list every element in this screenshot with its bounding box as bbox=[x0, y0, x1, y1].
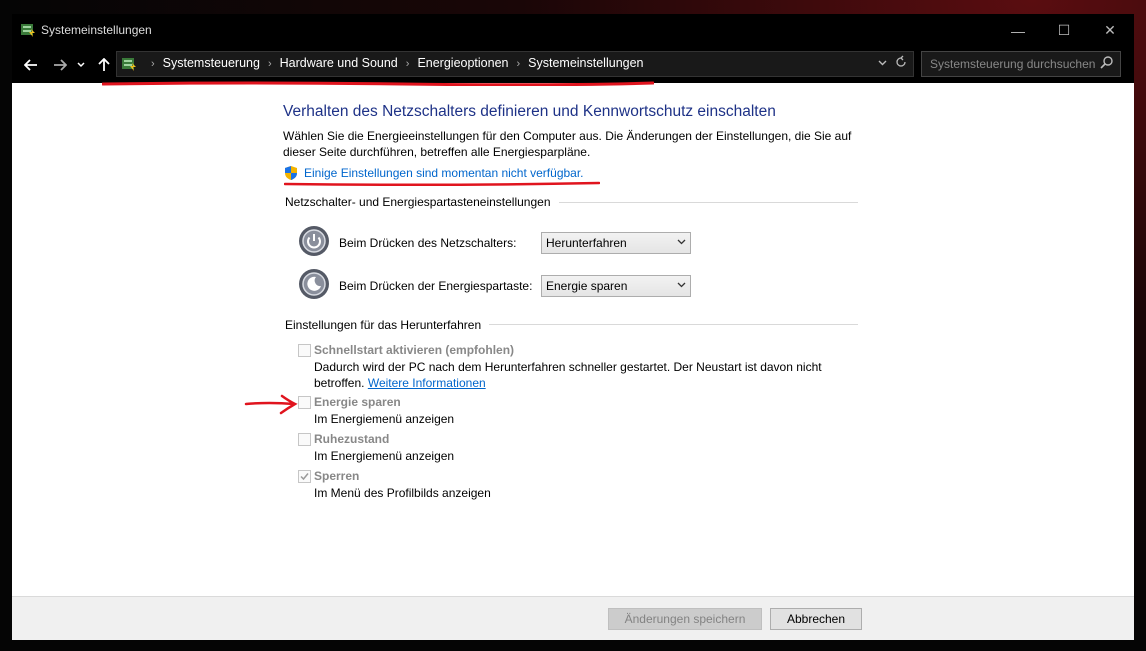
minimize-icon: — bbox=[1011, 22, 1025, 39]
minimize-button[interactable]: — bbox=[995, 14, 1041, 47]
hibernate-description: Im Energiemenü anzeigen bbox=[314, 449, 455, 463]
section-title-shutdown: Einstellungen für das Herunterfahren bbox=[285, 318, 490, 332]
checkmark-icon bbox=[300, 473, 309, 481]
address-bar[interactable]: › Systemsteuerung › Hardware und Sound › Ener… bbox=[116, 51, 914, 77]
breadcrumb-separator-icon[interactable]: › bbox=[406, 58, 410, 70]
close-icon: ✕ bbox=[1104, 22, 1116, 38]
sleep-button-label: Beim Drücken der Energiespartaste: bbox=[339, 279, 533, 293]
chevron-down-icon bbox=[677, 282, 686, 288]
breadcrumb-systemeinstellungen[interactable]: Systemeinstellungen bbox=[528, 56, 643, 70]
section-title-buttons: Netzschalter- und Energiespartasteneinst… bbox=[285, 195, 559, 209]
search-placeholder: Systemsteuerung durchsuchen bbox=[930, 57, 1096, 71]
control-panel-icon bbox=[122, 58, 136, 71]
save-changes-button[interactable]: Änderungen speichern bbox=[608, 608, 762, 630]
window-title: Systemeinstellungen bbox=[41, 23, 152, 37]
lock-description: Im Menü des Profilbilds anzeigen bbox=[314, 486, 491, 500]
sleep-button-select-value: Energie sparen bbox=[546, 279, 628, 293]
lock-checkbox[interactable] bbox=[298, 470, 311, 483]
page-title: Verhalten des Netzschalters definieren u… bbox=[283, 103, 776, 120]
breadcrumb-separator-icon[interactable]: › bbox=[516, 58, 520, 70]
chevron-down-icon bbox=[677, 239, 686, 245]
navigation-bar: › Systemsteuerung › Hardware und Sound › Ener… bbox=[12, 47, 1134, 83]
forward-button[interactable] bbox=[50, 55, 70, 75]
search-icon[interactable] bbox=[1100, 55, 1114, 69]
arrow-left-icon bbox=[24, 59, 37, 71]
control-panel-icon bbox=[21, 24, 35, 37]
fast-startup-checkbox[interactable] bbox=[298, 344, 311, 357]
address-dropdown-icon[interactable] bbox=[878, 57, 887, 69]
search-box[interactable]: Systemsteuerung durchsuchen bbox=[921, 51, 1121, 77]
uac-shield-icon bbox=[285, 166, 297, 180]
breadcrumb-energieoptionen[interactable]: Energieoptionen bbox=[417, 56, 508, 70]
arrow-right-icon bbox=[54, 59, 67, 71]
main-content: Verhalten des Netzschalters definieren u… bbox=[12, 84, 1134, 596]
power-button-select-value: Herunterfahren bbox=[546, 236, 627, 250]
unavailable-settings-link[interactable]: Einige Einstellungen sind momentan nicht… bbox=[304, 166, 584, 180]
refresh-icon[interactable] bbox=[895, 55, 907, 72]
page-description: Wählen Sie die Energieeinstellungen für … bbox=[283, 129, 852, 159]
power-button-select[interactable]: Herunterfahren bbox=[541, 232, 691, 254]
cancel-button[interactable]: Abbrechen bbox=[770, 608, 862, 630]
footer-bar: Änderungen speichern Abbrechen bbox=[12, 597, 1134, 640]
fast-startup-description: Dadurch wird der PC nach dem Herunterfah… bbox=[314, 359, 834, 391]
arrow-up-icon bbox=[98, 58, 110, 71]
settings-window: Systemeinstellungen — ☐ ✕ › Systemsteuer… bbox=[12, 14, 1134, 640]
recent-locations-button[interactable] bbox=[75, 55, 87, 75]
power-button-icon bbox=[299, 226, 329, 256]
close-button[interactable]: ✕ bbox=[1087, 14, 1133, 47]
up-button[interactable] bbox=[94, 55, 114, 75]
red-arrow-annotation bbox=[244, 394, 298, 415]
chevron-down-icon bbox=[77, 62, 85, 68]
title-bar: Systemeinstellungen — ☐ ✕ bbox=[12, 14, 1134, 47]
sleep-title: Energie sparen bbox=[314, 395, 401, 409]
breadcrumb: › Systemsteuerung › Hardware und Sound › Ener… bbox=[143, 56, 644, 70]
maximize-icon: ☐ bbox=[1057, 22, 1071, 38]
breadcrumb-separator-icon: › bbox=[151, 58, 155, 70]
hibernate-title: Ruhezustand bbox=[314, 432, 390, 446]
sleep-description: Im Energiemenü anzeigen bbox=[314, 412, 455, 426]
lock-title: Sperren bbox=[314, 469, 360, 483]
breadcrumb-hardware-und-sound[interactable]: Hardware und Sound bbox=[280, 56, 398, 70]
sleep-button-icon bbox=[299, 269, 329, 299]
power-button-label: Beim Drücken des Netzschalters: bbox=[339, 236, 517, 250]
sleep-button-select[interactable]: Energie sparen bbox=[541, 275, 691, 297]
more-info-link[interactable]: Weitere Informationen bbox=[368, 376, 486, 390]
breadcrumb-separator-icon[interactable]: › bbox=[268, 58, 272, 70]
breadcrumb-systemsteuerung[interactable]: Systemsteuerung bbox=[163, 56, 260, 70]
back-button[interactable] bbox=[21, 55, 41, 75]
maximize-button[interactable]: ☐ bbox=[1041, 14, 1087, 47]
red-underline-annotation bbox=[284, 181, 600, 187]
fast-startup-title: Schnellstart aktivieren (empfohlen) bbox=[314, 343, 515, 357]
hibernate-checkbox[interactable] bbox=[298, 433, 311, 446]
